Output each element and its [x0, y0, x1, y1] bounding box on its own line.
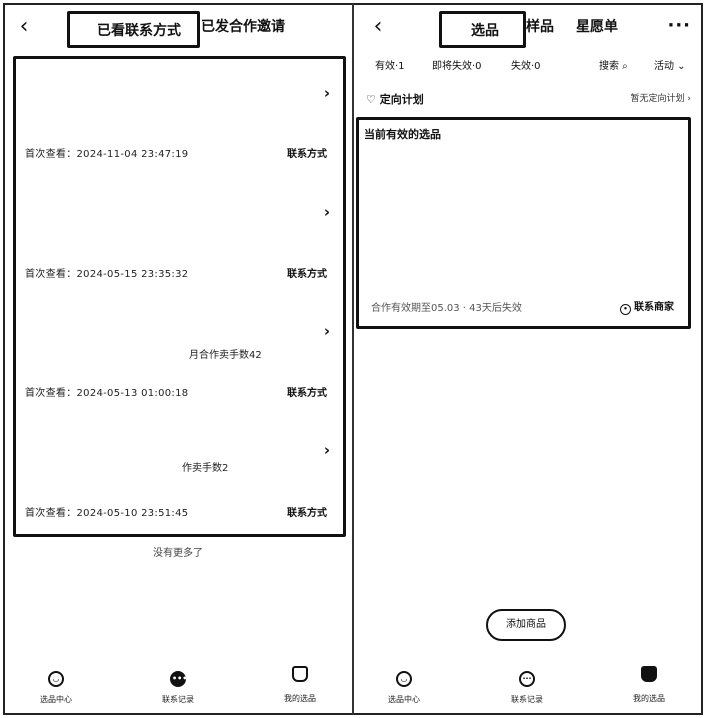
list-item[interactable]: › 首次查看：2024-11-04 23:47:19 联系方式 [16, 59, 343, 178]
right-panel: ‹ 选品 样品 星愿单 ··· 有效·1 即将失效·0 失效·0 搜索 ⌕ 活动… [354, 5, 701, 713]
left-top-bar: ‹ 已看联系方式 已发合作邀请 [5, 5, 351, 51]
no-more-text: 没有更多了 [153, 548, 203, 559]
add-product-button[interactable]: 添加商品 [486, 609, 566, 641]
nav-label: 选品中心 [388, 695, 420, 704]
row-note: 作卖手数2 [182, 463, 229, 474]
cooperation-expiry: 合作有效期至05.03 · 43天后失效 [371, 303, 522, 314]
chevron-right-icon[interactable]: › [324, 441, 330, 459]
chevron-right-icon[interactable]: › [324, 84, 330, 102]
chat-icon: • [620, 304, 631, 315]
tab-selection[interactable]: 选品 [439, 11, 526, 48]
directed-plan-title: ♡ 定向计划 [366, 93, 424, 106]
activity-dropdown[interactable]: 活动 ⌄ [654, 57, 686, 72]
right-top-bar: ‹ 选品 样品 星愿单 ··· [354, 5, 701, 51]
chat-icon: ••• [170, 671, 187, 687]
first-view-time: 首次查看：2024-11-04 23:47:19 [25, 149, 189, 160]
card-title: 当前有效的选品 [364, 128, 441, 141]
chat-icon: ··· [519, 671, 535, 687]
nav-label: 联系记录 [511, 695, 543, 704]
filter-expiring[interactable]: 即将失效·0 [432, 57, 482, 72]
tab-wishlist[interactable]: 星愿单 [576, 16, 618, 36]
back-chevron-icon[interactable]: ‹ [10, 13, 38, 41]
nav-contact-records[interactable]: ••• 联系记录 [143, 666, 213, 705]
filter-bar: 有效·1 即将失效·0 失效·0 搜索 ⌕ 活动 ⌄ [354, 57, 701, 77]
nav-contact-records[interactable]: ··· 联系记录 [492, 666, 562, 705]
first-view-time: 首次查看：2024-05-13 01:00:18 [25, 388, 189, 399]
more-icon[interactable]: ··· [667, 15, 691, 36]
list-item[interactable]: › 月合作卖手数42 首次查看：2024-05-13 01:00:18 联系方式 [16, 297, 343, 416]
tab-samples[interactable]: 样品 [526, 16, 554, 36]
first-view-time: 首次查看：2024-05-15 23:35:32 [25, 269, 189, 280]
cart-icon [641, 666, 657, 682]
chevron-right-icon[interactable]: › [324, 203, 330, 221]
contact-merchant-label: 联系商家 [634, 302, 674, 313]
home-icon: ◡ [396, 671, 412, 687]
nav-label: 选品中心 [40, 695, 72, 704]
search-button[interactable]: 搜索 ⌕ [599, 57, 628, 72]
nav-label: 联系记录 [162, 695, 194, 704]
contact-info-link[interactable]: 联系方式 [287, 504, 327, 519]
back-chevron-icon[interactable]: ‹ [364, 13, 392, 41]
valid-selection-card[interactable]: 当前有效的选品 合作有效期至05.03 · 43天后失效 • 联系商家 [356, 117, 691, 329]
list-item[interactable]: › 首次查看：2024-05-15 23:35:32 联系方式 [16, 178, 343, 297]
left-panel: ‹ 已看联系方式 已发合作邀请 › 首次查看：2024-11-04 23:47:… [5, 5, 351, 713]
contact-info-link[interactable]: 联系方式 [287, 145, 327, 160]
directed-plan-bar: ♡ 定向计划 暂无定向计划 › [366, 91, 691, 111]
filter-valid[interactable]: 有效·1 [375, 57, 405, 72]
contact-list: › 首次查看：2024-11-04 23:47:19 联系方式 › 首次查看：2… [13, 56, 346, 537]
nav-my-selection[interactable]: 我的选品 [614, 666, 684, 704]
contact-info-link[interactable]: 联系方式 [287, 265, 327, 280]
nav-my-selection[interactable]: 我的选品 [265, 666, 335, 704]
nav-selection-center[interactable]: ◡ 选品中心 [369, 666, 439, 705]
cart-icon [292, 666, 308, 682]
row-note: 月合作卖手数42 [189, 350, 262, 361]
no-directed-plan-link[interactable]: 暂无定向计划 › [631, 91, 691, 104]
list-item[interactable]: › 作卖手数2 首次查看：2024-05-10 23:51:45 联系方式 [16, 416, 343, 535]
contact-info-link[interactable]: 联系方式 [287, 384, 327, 399]
chevron-right-icon[interactable]: › [324, 322, 330, 340]
tab-sent-invitations[interactable]: 已发合作邀请 [201, 16, 285, 36]
first-view-time: 首次查看：2024-05-10 23:51:45 [25, 508, 189, 519]
tab-viewed-contacts[interactable]: 已看联系方式 [67, 11, 200, 48]
contact-merchant-button[interactable]: • 联系商家 [620, 298, 674, 315]
home-icon: ◡ [48, 671, 64, 687]
nav-selection-center[interactable]: ◡ 选品中心 [21, 666, 91, 705]
nav-label: 我的选品 [284, 694, 316, 703]
nav-label: 我的选品 [633, 694, 665, 703]
filter-invalid[interactable]: 失效·0 [511, 57, 541, 72]
